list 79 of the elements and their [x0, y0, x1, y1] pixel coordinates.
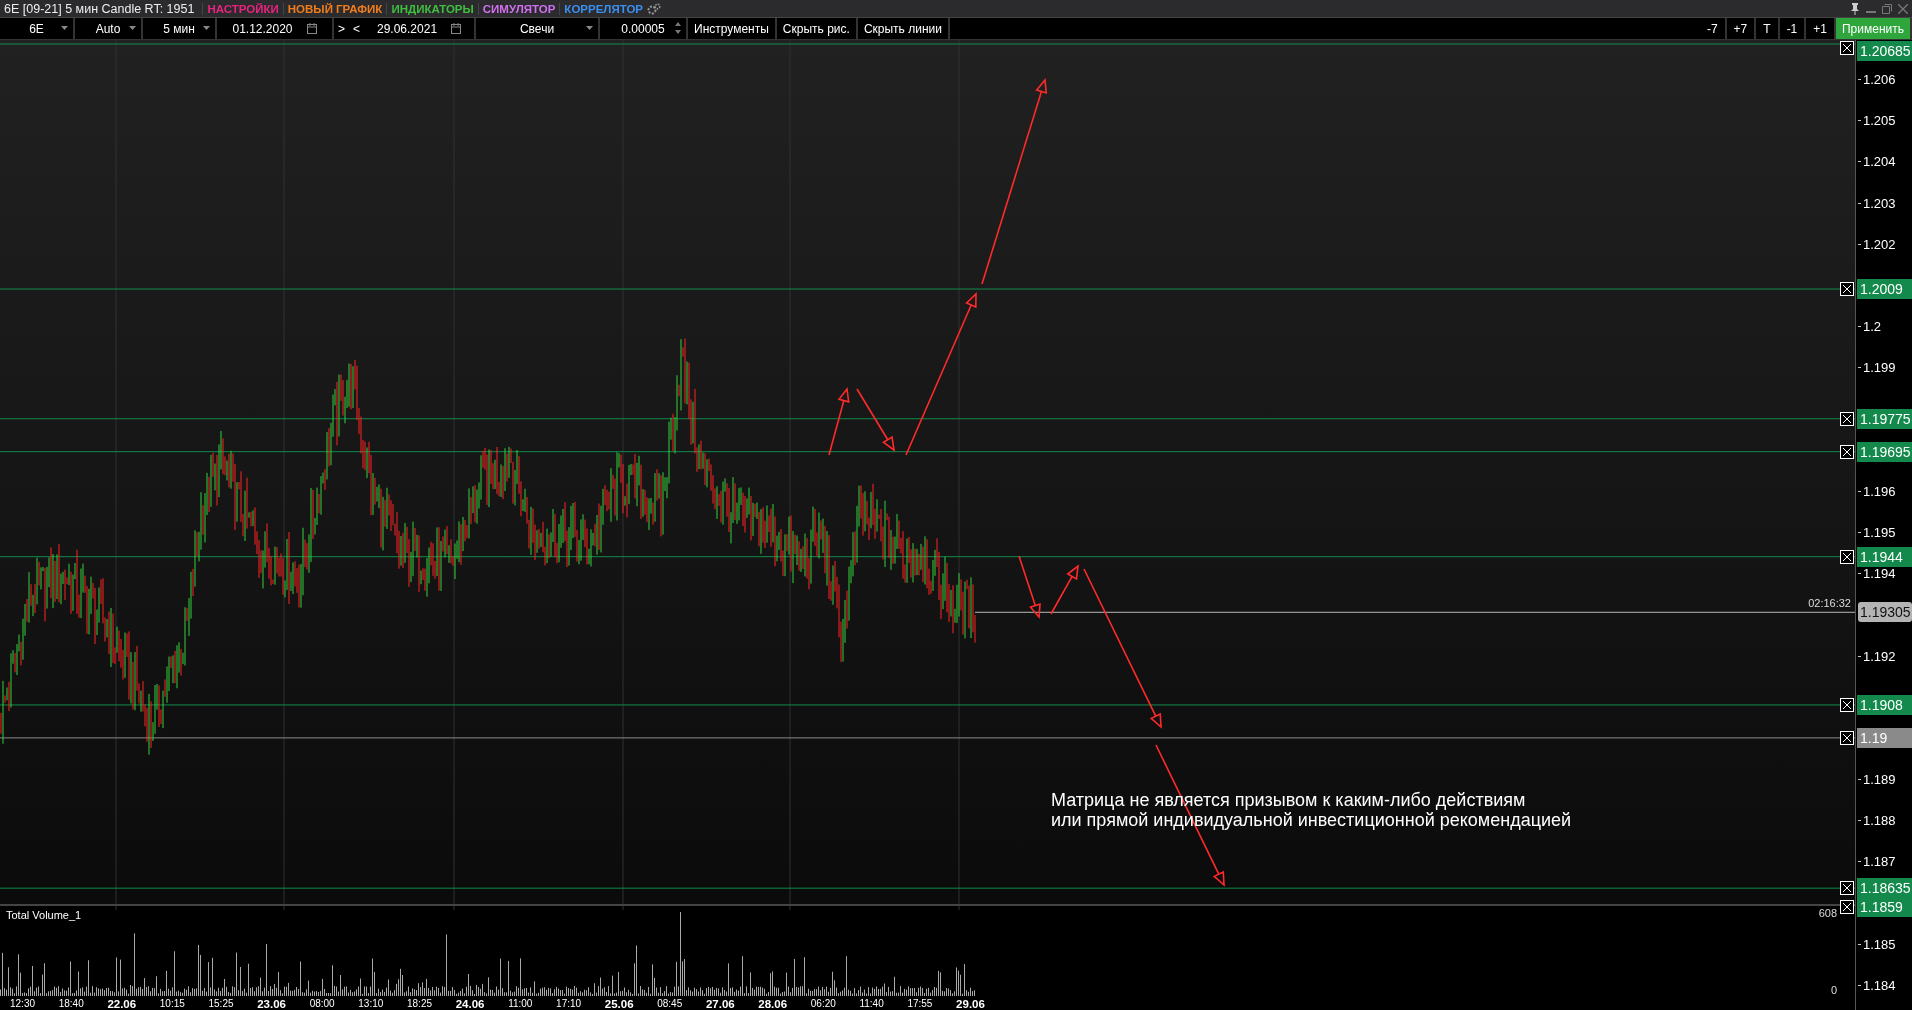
trend-arrow	[828, 387, 850, 456]
time-axis-label: 27.06	[705, 998, 735, 1010]
price-tick: 1.203	[1863, 195, 1896, 211]
time-axis-label: 23.06	[257, 998, 286, 1010]
level-price-label: 1.19695	[1857, 441, 1912, 462]
menu-item[interactable]: СИМУЛЯТОР	[477, 2, 560, 15]
price-tick: 1.194	[1863, 565, 1896, 581]
calendar-icon[interactable]	[306, 23, 317, 34]
delete-box-icon[interactable]	[1840, 697, 1854, 712]
level-price-label: 1.1859	[1857, 896, 1912, 917]
time-axis-label: 15:25	[208, 998, 234, 1010]
time-axis-label: 08:00	[309, 998, 335, 1010]
price-tick: 1.202	[1863, 236, 1896, 252]
price-tick: 1.195	[1863, 524, 1896, 540]
time-axis-label: 18:40	[58, 998, 84, 1010]
time-axis-label: 12:30	[10, 998, 36, 1010]
current-price-label: 1.19305	[1858, 602, 1912, 623]
price-tick: 1.196	[1863, 483, 1896, 499]
volume-min-label: 0	[1830, 984, 1837, 996]
price-tick: 1.2	[1863, 318, 1882, 334]
restore-icon[interactable]	[1882, 3, 1892, 14]
price-tick: 1.199	[1863, 359, 1896, 375]
caret-icon	[129, 26, 136, 30]
delete-box-icon[interactable]	[1840, 282, 1854, 296]
trend-arrow	[1050, 564, 1080, 615]
trend-arrow	[1018, 555, 1041, 619]
price-tick: 1.188	[1863, 812, 1896, 828]
caret-icon	[203, 26, 210, 30]
level-price-label: 1.1908	[1857, 694, 1912, 715]
close-icon[interactable]	[1898, 3, 1908, 14]
price-tick: 1.192	[1863, 648, 1896, 663]
time-axis-label: 11:00	[508, 998, 533, 1010]
time-axis-label: 28.06	[758, 998, 788, 1010]
delete-box-icon[interactable]	[1840, 41, 1854, 55]
price-tick: 1.205	[1863, 112, 1896, 128]
time-axis-label: 17:10	[556, 998, 582, 1010]
delete-box-icon[interactable]	[1840, 899, 1854, 914]
volume-max-label: 608	[1818, 907, 1837, 919]
delete-box-icon[interactable]	[1840, 444, 1854, 459]
price-tick: 1.206	[1863, 71, 1896, 87]
caret-icon	[586, 26, 594, 30]
time-axis-label: 25.06	[604, 998, 634, 1010]
panel-title: Total Volume_1	[6, 909, 82, 921]
price-tick: 1.189	[1863, 771, 1896, 787]
window-title: 6E [09-21] 5 мин Candle RT: 1951	[3, 1, 196, 16]
menu-item[interactable]: НОВЫЙ ГРАФИК	[282, 2, 387, 15]
time-axis-label: 17:55	[907, 998, 933, 1010]
level-price-label: 1.18635	[1857, 878, 1912, 899]
delete-box-icon[interactable]	[1840, 881, 1854, 896]
time-axis-label: 22.06	[107, 998, 137, 1010]
time-axis-label: 06:20	[810, 998, 836, 1010]
level-price-label: 1.19	[1857, 727, 1912, 748]
price-tick: 1.204	[1863, 153, 1896, 169]
delete-box-icon[interactable]	[1840, 730, 1854, 745]
time-label: 02:16:32	[1808, 597, 1851, 610]
level-price-label: 1.20685	[1857, 41, 1912, 61]
menu-item[interactable]: КОРРЕЛЯТОР	[559, 2, 648, 15]
caret-icon	[61, 26, 68, 30]
price-tick: 1.185	[1863, 936, 1896, 952]
delete-box-icon[interactable]	[1840, 411, 1854, 426]
calendar-icon[interactable]	[451, 23, 462, 34]
trend-arrow	[856, 388, 896, 452]
level-price-label: 1.1944	[1857, 546, 1912, 567]
time-axis-label: 24.06	[455, 998, 485, 1010]
price-tick: 1.187	[1863, 853, 1896, 869]
time-axis-label: 29.06	[956, 998, 985, 1010]
delete-box-icon[interactable]	[1840, 549, 1854, 564]
pin-icon[interactable]	[1850, 2, 1860, 15]
price-tick: 1.184	[1863, 977, 1896, 993]
level-price-label: 1.2009	[1857, 279, 1912, 299]
time-axis-label: 13:10	[358, 998, 384, 1010]
level-price-label: 1.19775	[1857, 408, 1912, 429]
time-axis-label: 18:25	[407, 998, 433, 1010]
time-axis-label: 11:40	[859, 998, 884, 1010]
menu-item[interactable]: ИНДИКАТОРЫ	[386, 2, 478, 15]
time-axis-label: 10:15	[159, 998, 185, 1010]
settings-icon[interactable]	[647, 2, 662, 15]
time-axis-label: 08:45	[657, 998, 683, 1010]
spinner-icon[interactable]	[675, 21, 682, 35]
